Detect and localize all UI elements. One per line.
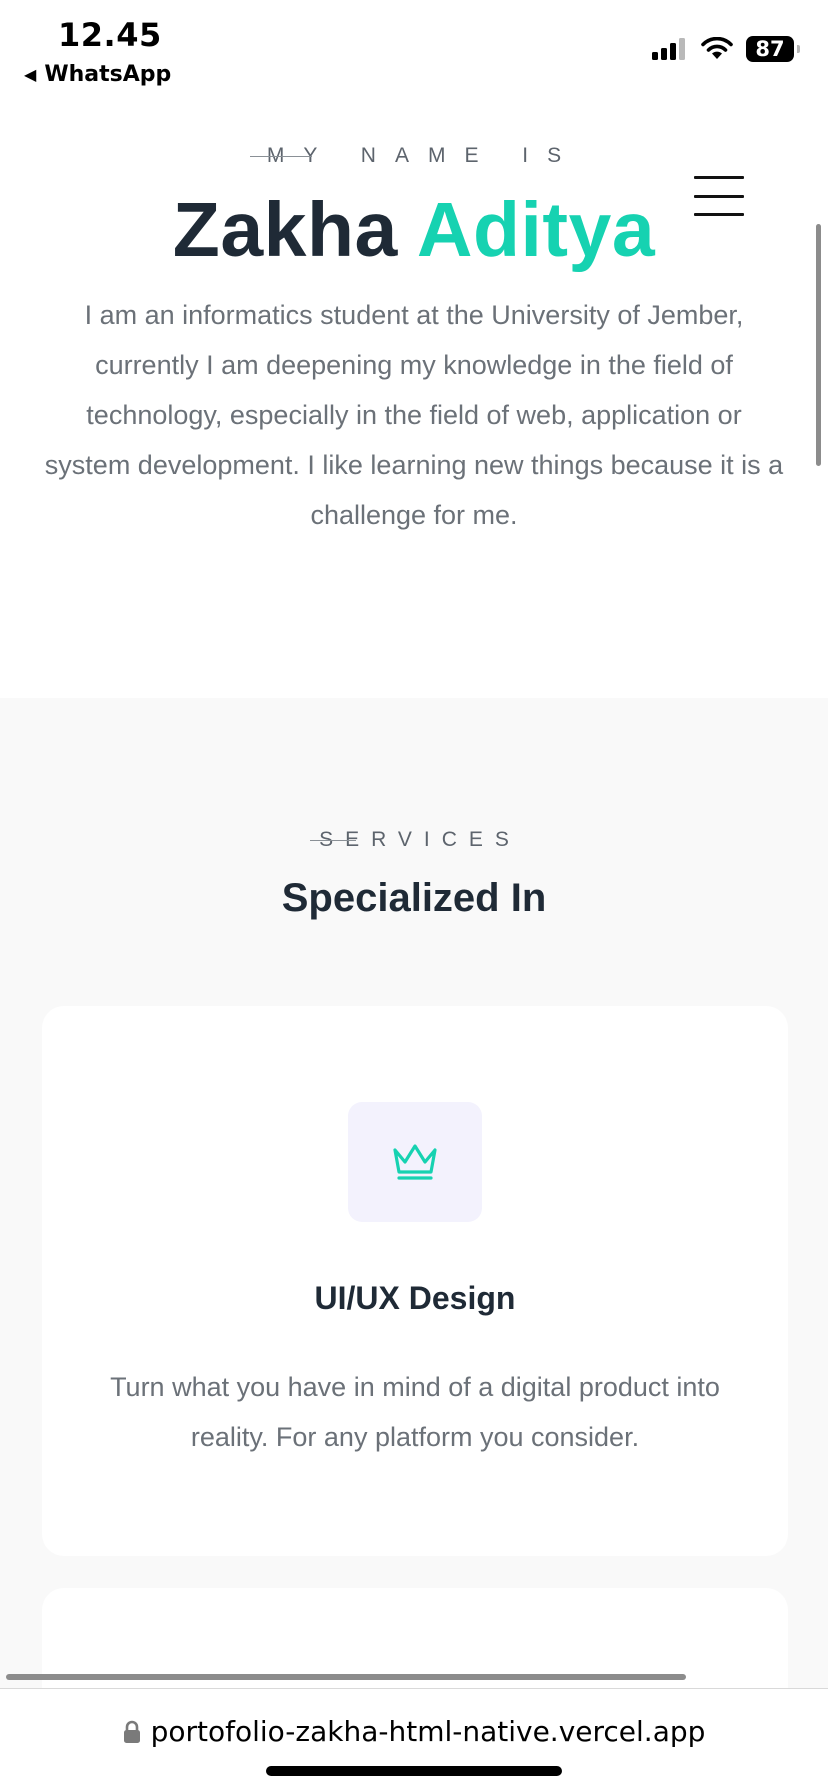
back-to-app-button[interactable]: ◀ WhatsApp — [24, 62, 171, 87]
services-section: SERVICES Specialized In UI/UX Design Tur… — [0, 698, 828, 1788]
menu-line — [694, 176, 744, 179]
hamburger-menu-icon[interactable] — [694, 174, 744, 218]
home-indicator[interactable] — [266, 1766, 562, 1776]
services-label: SERVICES — [307, 828, 521, 852]
services-label-wrap: SERVICES — [0, 828, 828, 852]
vertical-scrollbar[interactable] — [816, 224, 821, 466]
horizontal-scrollbar[interactable] — [6, 1674, 686, 1680]
browser-url-bar[interactable]: portofolio-zakha-html-native.vercel.app — [0, 1688, 828, 1792]
hero-bio: I am an informatics student at the Unive… — [44, 300, 784, 530]
hero-name-first: Zakha — [172, 187, 398, 273]
intro-label-strike-line — [249, 156, 312, 157]
status-bar: 12.45 ◀ WhatsApp 87 — [0, 0, 828, 100]
back-app-label: WhatsApp — [44, 62, 172, 87]
hero-name-accent: Aditya — [416, 187, 656, 273]
url-row: portofolio-zakha-html-native.vercel.app — [0, 1715, 828, 1748]
cellular-signal-icon — [652, 38, 685, 60]
services-title: Specialized In — [281, 876, 547, 920]
crown-icon — [393, 1144, 437, 1180]
service-icon-box — [348, 1102, 482, 1222]
service-card: UI/UX Design Turn what you have in mind … — [42, 1006, 788, 1556]
service-title: UI/UX Design — [314, 1280, 516, 1316]
menu-line — [694, 213, 744, 216]
menu-line — [694, 194, 744, 198]
battery-icon: 87 — [746, 36, 800, 62]
service-description: Turn what you have in mind of a digital … — [110, 1372, 720, 1452]
back-triangle-icon: ◀ — [24, 65, 37, 84]
intro-label-wrap: MY NAME IS — [0, 144, 828, 168]
intro-label-text: MY NAME IS — [266, 144, 581, 167]
status-indicators: 87 — [652, 36, 800, 62]
lock-icon — [123, 1720, 140, 1743]
services-label-strike-line — [310, 840, 357, 841]
battery-level: 87 — [755, 37, 785, 61]
intro-label: MY NAME IS — [248, 144, 580, 168]
url-text: portofolio-zakha-html-native.vercel.app — [150, 1715, 706, 1748]
hero-section: MY NAME IS Zakha Aditya I am an informat… — [0, 100, 828, 698]
status-time: 12.45 — [58, 16, 162, 54]
wifi-icon — [701, 37, 733, 59]
